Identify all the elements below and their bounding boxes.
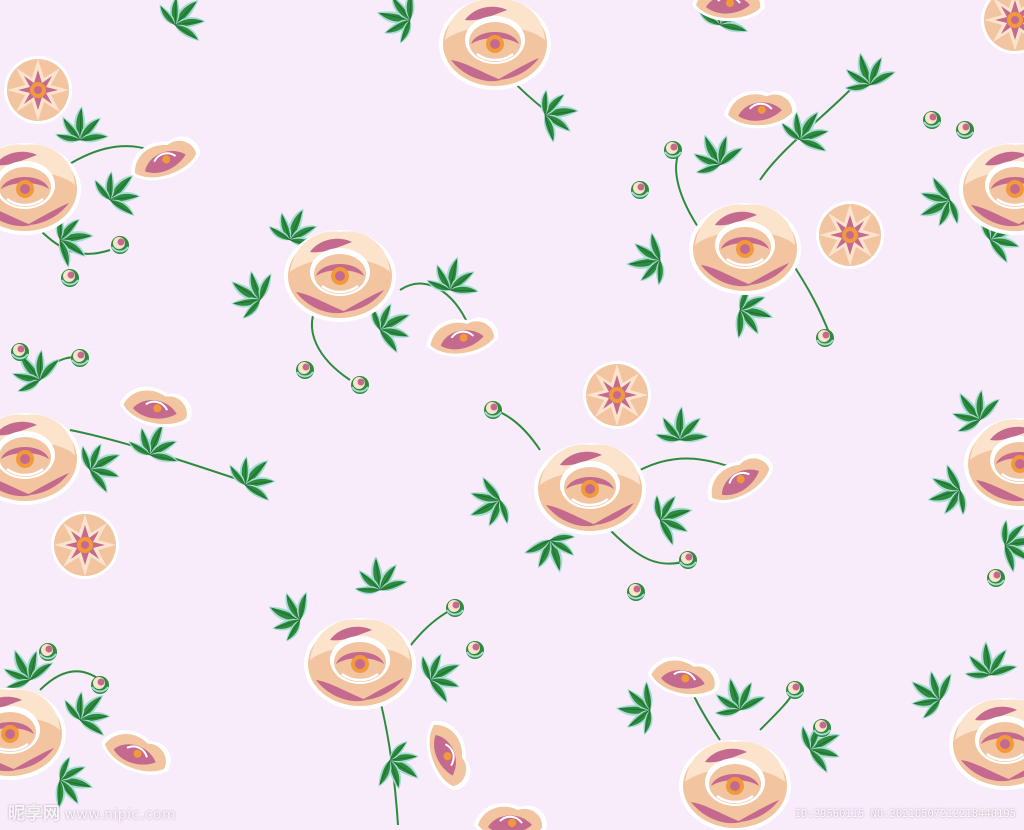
watermark-logo-text: 昵享网 [8, 804, 61, 824]
floral-pattern [0, 0, 1024, 830]
floral-pattern-canvas: 昵享网 www.nipic.com ID:29560115 NO:20210507… [0, 0, 1024, 830]
watermark-logo: 昵享网 www.nipic.com [8, 799, 176, 824]
watermark-id: ID:29560115 NO:20210507212218440195 [794, 808, 1016, 820]
watermark-site: www.nipic.com [64, 807, 177, 823]
